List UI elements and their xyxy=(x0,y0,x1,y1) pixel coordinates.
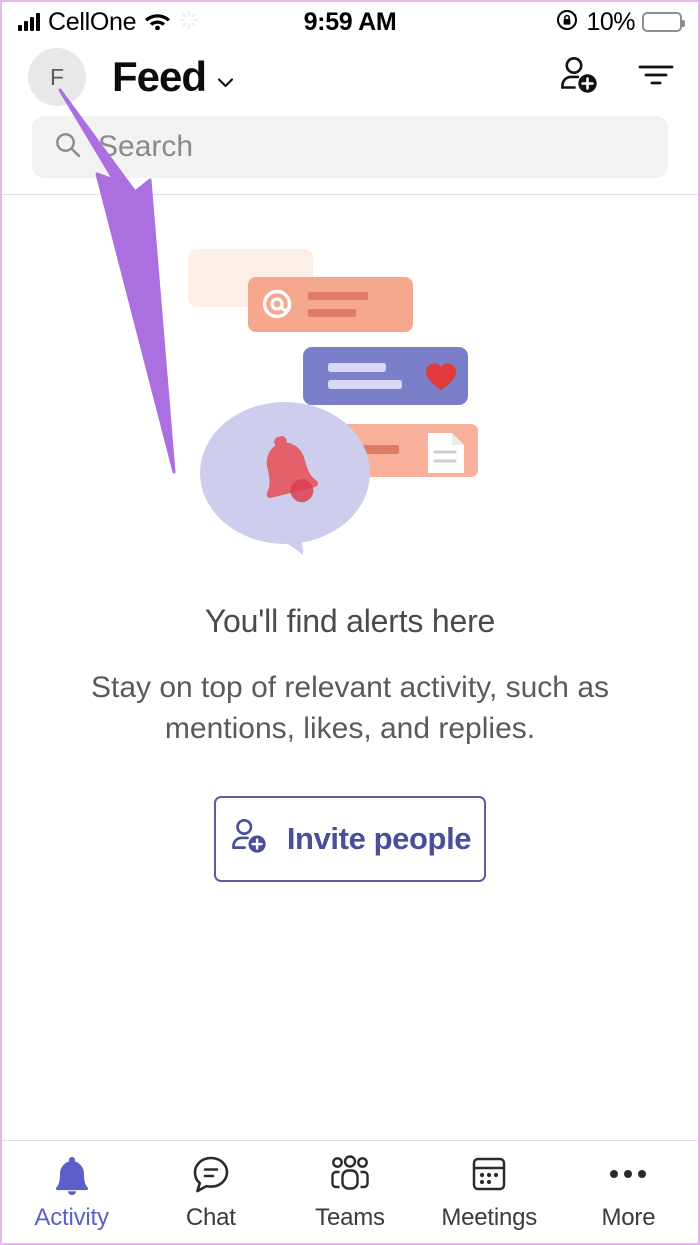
teams-people-icon xyxy=(328,1152,372,1196)
carrier-name: CellOne xyxy=(48,7,137,36)
nav-item-more[interactable]: More xyxy=(559,1152,698,1232)
activity-alerts-illustration xyxy=(180,237,520,557)
nav-label-activity: Activity xyxy=(34,1204,109,1231)
rotation-lock-icon xyxy=(555,8,579,37)
app-header: F Feed xyxy=(2,42,698,112)
nav-item-meetings[interactable]: Meetings xyxy=(420,1152,559,1232)
search-bar[interactable] xyxy=(32,116,668,178)
add-person-icon[interactable] xyxy=(558,54,600,101)
invite-people-button[interactable]: Invite people xyxy=(214,795,486,882)
calendar-icon xyxy=(469,1152,509,1196)
nav-item-chat[interactable]: Chat xyxy=(141,1152,280,1232)
avatar[interactable]: F xyxy=(28,48,86,106)
bottom-navigation: Activity Chat Teams Meetings More xyxy=(2,1140,698,1243)
header-actions xyxy=(558,54,676,101)
chat-bubble-icon xyxy=(190,1152,232,1196)
nav-item-activity[interactable]: Activity xyxy=(2,1152,141,1232)
wifi-icon xyxy=(144,10,171,35)
add-person-icon xyxy=(229,816,269,861)
battery-icon xyxy=(642,12,685,32)
search-input[interactable] xyxy=(98,130,646,164)
status-bar-right: 10% xyxy=(555,7,685,37)
cellular-signal-icon xyxy=(18,13,40,31)
battery-percentage: 10% xyxy=(586,7,635,36)
nav-label-more: More xyxy=(601,1204,656,1231)
ellipsis-icon xyxy=(607,1152,649,1196)
status-bar: CellOne 9:59 AM 10% xyxy=(2,2,698,42)
empty-state-subtitle: Stay on top of relevant activity, such a… xyxy=(90,671,610,745)
nav-label-meetings: Meetings xyxy=(441,1204,538,1231)
nav-label-teams: Teams xyxy=(315,1204,385,1231)
chevron-down-icon[interactable] xyxy=(216,73,235,92)
status-bar-left: CellOne xyxy=(18,8,199,37)
page-title-group[interactable]: Feed xyxy=(112,53,235,101)
filter-icon[interactable] xyxy=(636,60,676,95)
wifi-activity-indicator-icon xyxy=(179,10,199,35)
avatar-initial: F xyxy=(49,63,65,90)
empty-state-title: You'll find alerts here xyxy=(204,603,496,639)
invite-people-label: Invite people xyxy=(286,820,472,856)
phone-screen: CellOne 9:59 AM 10% F Feed Search You'll… xyxy=(0,0,700,1245)
search-area xyxy=(2,112,698,194)
search-icon xyxy=(54,131,82,164)
nav-label-chat: Chat xyxy=(185,1204,236,1231)
page-title: Feed xyxy=(112,53,207,100)
empty-state: You'll find alerts here Stay on top of r… xyxy=(2,195,698,1125)
bell-icon xyxy=(52,1152,92,1196)
nav-item-teams[interactable]: Teams xyxy=(280,1152,419,1232)
